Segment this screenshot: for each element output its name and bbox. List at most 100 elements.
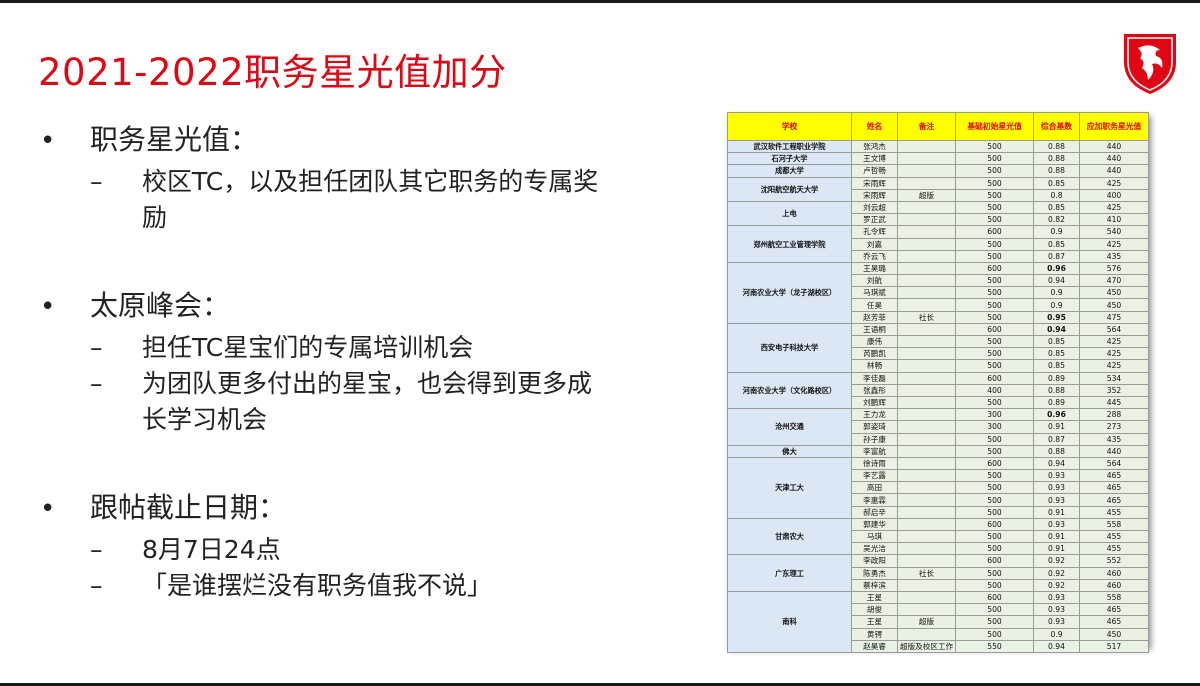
school-cell: 郑州航空工业管理学院: [727, 225, 852, 263]
added-value-cell: 517: [1079, 639, 1149, 653]
coefficient-cell: 0.96: [1033, 261, 1080, 276]
base-value-cell: 500: [955, 578, 1034, 592]
added-value-cell: 450: [1079, 286, 1149, 300]
added-value-cell: 410: [1079, 213, 1149, 227]
sub-bullet-item: – 为团队更多付出的星宝，也会得到更多成长学习机会: [90, 369, 593, 434]
name-cell: 李富航: [851, 444, 898, 458]
name-cell: 罗正武: [851, 213, 898, 227]
base-value-cell: 500: [955, 310, 1034, 324]
added-value-cell: 540: [1079, 225, 1149, 239]
coefficient-cell: 0.93: [1033, 469, 1080, 483]
base-value-cell: 500: [955, 481, 1034, 495]
coefficient-cell: 0.85: [1033, 359, 1080, 373]
added-value-cell: 460: [1079, 578, 1149, 592]
name-cell: 胡俊: [851, 603, 898, 617]
base-value-cell: 500: [955, 347, 1034, 361]
added-value-cell: 465: [1079, 469, 1149, 483]
name-cell: 王语桐: [851, 322, 898, 337]
name-cell: 黄锷: [851, 627, 898, 641]
base-value-cell: 500: [955, 627, 1034, 641]
added-value-cell: 425: [1079, 359, 1149, 373]
table-row: 上电 刘云超 500 0.85 425: [727, 200, 1149, 227]
note-cell: [897, 225, 956, 239]
school-cell: 上电: [727, 200, 852, 227]
name-cell: 张鸿杰: [851, 139, 898, 154]
base-value-cell: 600: [955, 261, 1034, 276]
base-value-cell: 400: [955, 383, 1034, 397]
added-value-cell: 440: [1079, 164, 1149, 178]
table-body: 武汉软件工程职业学院 张鸿杰 500 0.88 440 石河子大学 王文博 500 0.88 44…: [727, 139, 1149, 653]
added-value-cell: 450: [1079, 298, 1149, 312]
table-row: 河南农业大学（文化路校区） 李佳磊 600 0.89 534: [727, 371, 1149, 410]
base-value-cell: 500: [955, 213, 1034, 227]
base-value-cell: 500: [955, 176, 1034, 190]
coefficient-cell: 0.88: [1033, 164, 1080, 178]
added-value-cell: 576: [1079, 261, 1149, 276]
base-value-cell: 500: [955, 298, 1034, 312]
coefficient-cell: 0.87: [1033, 432, 1080, 446]
base-value-cell: 600: [955, 590, 1034, 605]
note-cell: [897, 371, 956, 385]
note-cell: [897, 456, 956, 471]
note-cell: [897, 408, 956, 422]
base-value-cell: 500: [955, 432, 1034, 446]
name-cell: 李惠霖: [851, 493, 898, 507]
added-value-cell: 450: [1079, 627, 1149, 641]
base-value-cell: 500: [955, 529, 1034, 544]
table-row: 河南农业大学（龙子湖校区） 王昊璐 600 0.96 576: [727, 261, 1149, 324]
school-cell: 河南农业大学（文化路校区）: [727, 371, 852, 410]
table-row: 广东理工 李政阳 600 0.92 552: [727, 554, 1149, 592]
table-row: 天津工大 徐诗雨 600 0.94 564: [727, 456, 1149, 519]
bullet-item: • 太原峰会：: [40, 289, 231, 322]
note-cell: [897, 395, 956, 410]
base-value-cell: 600: [955, 456, 1034, 471]
note-cell: [897, 286, 956, 300]
base-value-cell: 500: [955, 359, 1034, 373]
coefficient-cell: 0.92: [1033, 566, 1080, 580]
note-cell: [897, 505, 956, 519]
bullet-group-2: • 太原峰会： – 担任TC星宝们的专属培训机会 – 为团队更多付出的星宝，也会得到更…: [40, 284, 640, 438]
coefficient-cell: 0.85: [1033, 176, 1080, 190]
table-row: 佛大 李富航 500 0.88 440: [727, 444, 1149, 458]
table-row: 成都大学 卢哲畅 500 0.88 440: [727, 164, 1149, 178]
added-value-cell: 435: [1079, 249, 1149, 263]
note-cell: 超版: [897, 188, 956, 202]
base-value-cell: 600: [955, 225, 1034, 239]
name-cell: 林畅: [851, 359, 898, 373]
name-cell: 陈勇杰: [851, 566, 898, 580]
base-value-cell: 500: [955, 274, 1034, 288]
name-cell: 郭建华: [851, 517, 898, 532]
coefficient-cell: 0.88: [1033, 444, 1080, 458]
name-cell: 刘云超: [851, 200, 898, 215]
base-value-cell: 500: [955, 469, 1034, 483]
bullet-item: • 跟帖截止日期：: [40, 491, 287, 524]
note-cell: [897, 481, 956, 495]
sub-bullet-item: –8月7日24点: [90, 535, 281, 564]
base-value-cell: 500: [955, 395, 1034, 410]
name-cell: 宋雨辉: [851, 188, 898, 202]
name-cell: 王星: [851, 615, 898, 629]
coefficient-cell: 0.9: [1033, 286, 1080, 300]
name-cell: 任昊: [851, 298, 898, 312]
note-cell: [897, 627, 956, 641]
coefficient-cell: 0.89: [1033, 371, 1080, 385]
school-cell: 沈阳航空航天大学: [727, 176, 852, 202]
note-cell: [897, 322, 956, 337]
added-value-cell: 440: [1079, 152, 1149, 166]
note-cell: 超版: [897, 615, 956, 629]
name-cell: 王力龙: [851, 408, 898, 422]
base-value-cell: 300: [955, 408, 1034, 422]
base-value-cell: 500: [955, 286, 1034, 300]
name-cell: 刘鹏辉: [851, 395, 898, 410]
table-row: 郑州航空工业管理学院 孔令辉 600 0.9 540: [727, 225, 1149, 263]
note-cell: [897, 237, 956, 251]
school-cell: 成都大学: [727, 164, 852, 178]
header-name: 姓名: [851, 112, 898, 141]
added-value-cell: 425: [1079, 200, 1149, 215]
note-cell: [897, 529, 956, 544]
table-row: 沧州交通 王力龙 300 0.96 288: [727, 408, 1149, 446]
note-cell: 社长: [897, 310, 956, 324]
base-value-cell: 600: [955, 371, 1034, 385]
added-value-cell: 465: [1079, 615, 1149, 629]
coefficient-cell: 0.94: [1033, 322, 1080, 337]
